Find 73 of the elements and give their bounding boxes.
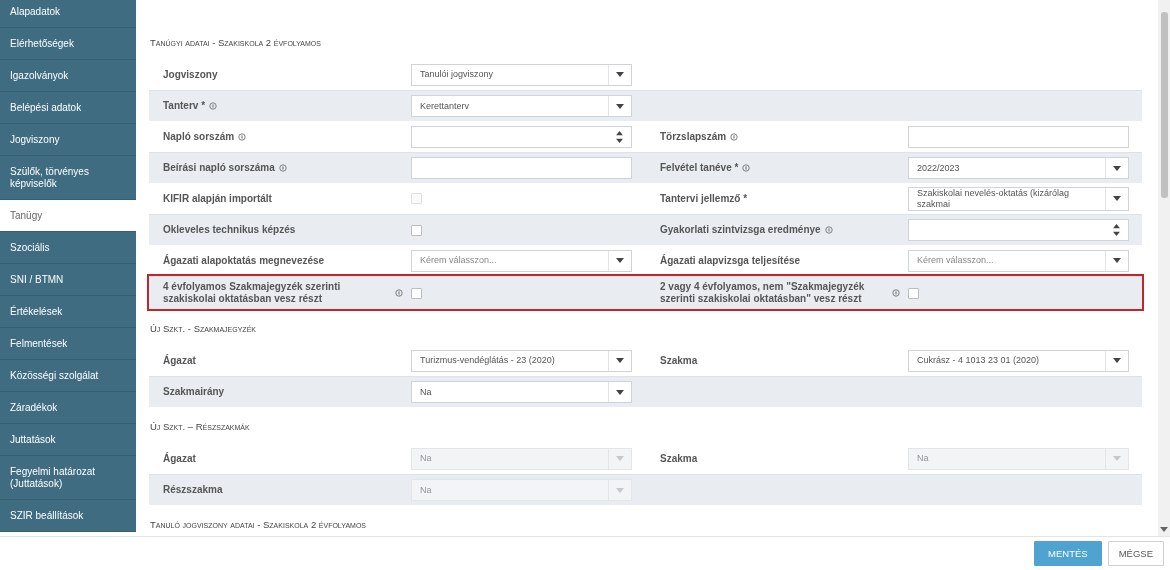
input-field[interactable] (411, 157, 632, 179)
section-title: Új Szkt. - Szakmajegyzék (149, 323, 257, 336)
caret-icon (1113, 196, 1121, 201)
dropdown-field[interactable]: Kérem válasszon... (908, 249, 1129, 272)
sidebar-item[interactable]: Szociális (0, 232, 136, 264)
sidebar-item[interactable]: SZIR beállítások (0, 500, 136, 532)
input-field[interactable] (908, 125, 1129, 148)
number-field[interactable] (411, 125, 632, 148)
field-label: Szakmairány (163, 386, 225, 398)
sidebar-item[interactable]: Juttatások (0, 424, 136, 456)
caret-icon (616, 358, 624, 363)
checkbox[interactable] (411, 224, 422, 236)
caret-icon (1113, 258, 1121, 263)
field-label: Felvétel tanéve * (660, 162, 739, 174)
sidebar-item[interactable]: Jogviszony (0, 124, 136, 156)
caret-icon (616, 487, 624, 493)
scroll-down-arrow-icon[interactable] (1160, 527, 1168, 532)
field-label: Ágazat (163, 354, 196, 367)
checkbox[interactable] (908, 287, 919, 299)
sidebar-item[interactable]: Fegyelmi határozat (Juttatások) (0, 456, 136, 500)
dropdown-field[interactable]: Szakiskolai nevelés-oktatás (kizárólag szakmai (908, 186, 1129, 211)
dropdown-field[interactable]: Cukrász - 4 1013 23 01 (2020) (908, 349, 1129, 372)
dropdown-field[interactable]: Na (411, 381, 632, 403)
checkbox[interactable] (411, 287, 422, 299)
section-title: Tanúgyi adatai - Szakiskola 2 évfolyamos (149, 37, 322, 50)
number-field[interactable] (908, 219, 1129, 241)
caret-icon (1113, 165, 1121, 171)
caret-icon (616, 258, 624, 263)
dropdown-field[interactable]: 2022/2023 (908, 157, 1129, 179)
field-label: Tanterv * (163, 100, 206, 112)
caret-icon (1113, 456, 1121, 461)
field-label: KIFIR alapján importált (163, 192, 272, 205)
field-label: Jogviszony (163, 68, 218, 81)
field-label: Részszakma (163, 484, 223, 496)
sidebar-item[interactable]: Elérhetőségek (0, 28, 136, 60)
spinner-icon (616, 130, 623, 143)
caret-icon (1113, 358, 1121, 363)
field-label: Szakma (660, 452, 698, 465)
field-label: 2 vagy 4 évfolyamos, nem "Szakmajegyzék szerinti szakiskolai oktatásban" vesz részt (660, 281, 866, 305)
caret-icon (616, 103, 624, 109)
sidebar-item[interactable]: SNI / BTMN (0, 264, 136, 296)
caret-icon (616, 72, 624, 77)
scrollbar[interactable] (1158, 0, 1170, 536)
field-label: 4 évfolyamos Szakmajegyzék szerinti szakiskolai oktatásban vesz részt (163, 281, 342, 305)
spinner-icon (1113, 224, 1120, 236)
field-label: Törzslapszám (660, 130, 727, 143)
dropdown-field[interactable]: Tanulói jogviszony (411, 63, 632, 86)
sidebar-item[interactable]: Értékelések (0, 296, 136, 328)
caret-icon (616, 389, 624, 395)
field-label: Ágazati alapoktatás megnevezése (163, 254, 325, 267)
sidebar-item[interactable]: Szülők, törvényes képviselők (0, 156, 136, 200)
sidebar-item[interactable]: Felmentések (0, 328, 136, 360)
sidebar-item[interactable]: Belépési adatok (0, 92, 136, 124)
sidebar-item[interactable]: Közösségi szolgálat (0, 360, 136, 392)
field-label: Beírási napló sorszáma (163, 162, 275, 174)
field-label: Gyakorlati szintvizsga eredménye (660, 224, 821, 236)
dropdown-field[interactable]: Kérem válasszon... (411, 249, 632, 272)
field-label: Okleveles technikus képzés (163, 224, 296, 236)
section-title: Tanuló jogviszony adatai - Szakiskola 2 évfolyamos (149, 519, 367, 532)
field-label: Napló sorszám (163, 130, 235, 143)
dropdown-field[interactable]: Kerettanterv (411, 95, 632, 117)
sidebar-item[interactable]: Igazolványok (0, 60, 136, 92)
dropdown-field[interactable]: Turizmus-vendéglátás - 23 (2020) (411, 349, 632, 372)
field-label: Szakma (660, 354, 698, 367)
cancel-button[interactable]: MÉGSE (1107, 541, 1164, 566)
field-label: Tantervi jellemző * (660, 192, 748, 205)
caret-icon (616, 456, 624, 461)
field-label: Ágazati alapvizsga teljesítése (660, 254, 801, 267)
sidebar-item[interactable]: Alapadatok (0, 0, 136, 28)
scrollbar-thumb[interactable] (1160, 12, 1168, 198)
section-title: Új Szkt. – Részszakmák (149, 421, 251, 434)
sidebar-item[interactable]: Záradékok (0, 392, 136, 424)
field-label: Ágazat (163, 452, 196, 465)
